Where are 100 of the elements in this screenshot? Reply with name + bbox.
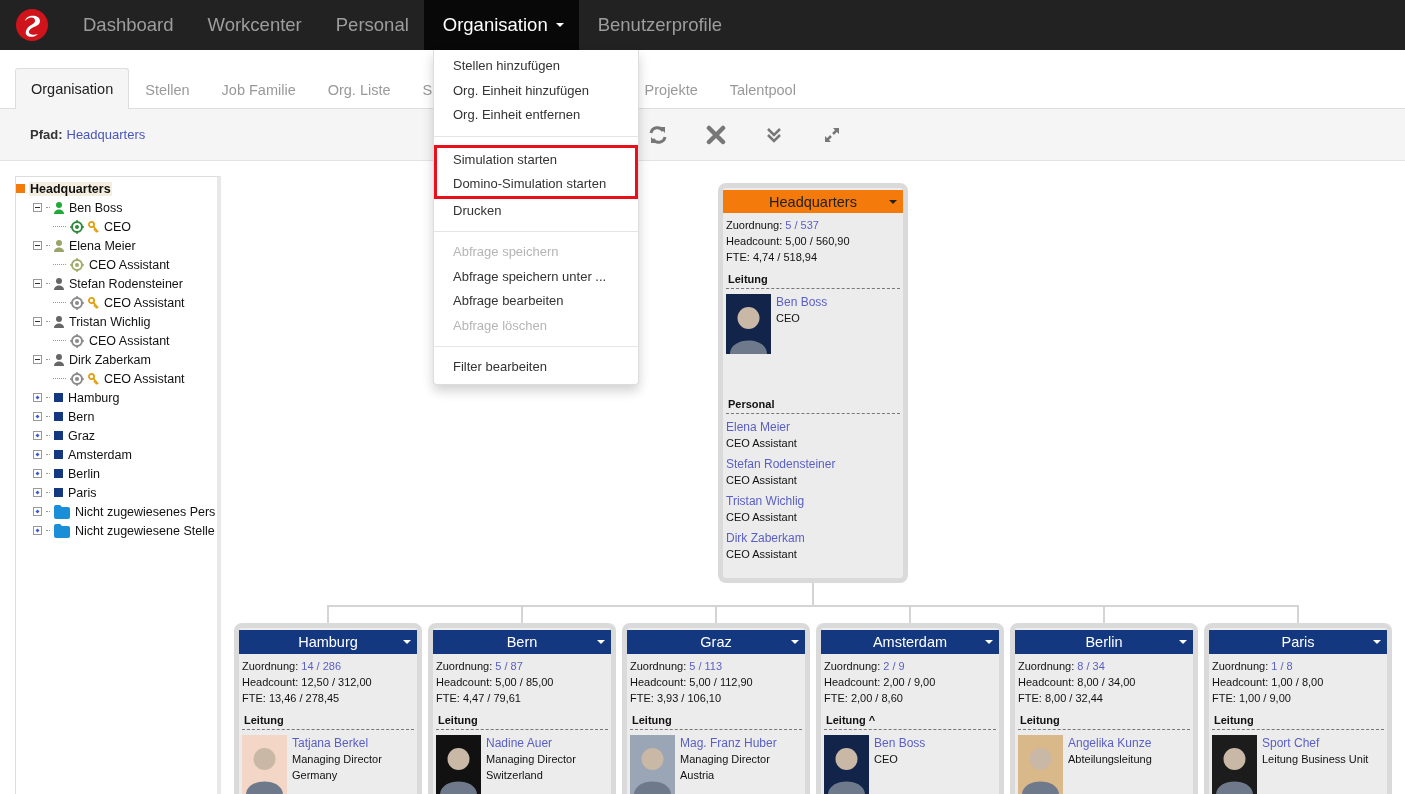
person-link[interactable]: Ben Boss xyxy=(874,735,926,751)
tree-item[interactable]: Graz xyxy=(67,428,97,443)
expand-toggle-icon[interactable] xyxy=(33,469,42,478)
tree-item[interactable]: Nicht zugewiesenes Pers xyxy=(74,504,217,519)
stat-label: Zuordnung: xyxy=(1212,659,1269,674)
person-link[interactable]: Dirk Zaberkam xyxy=(726,530,900,546)
path-link[interactable]: Headquarters xyxy=(66,127,146,142)
tree-item[interactable]: CEO Assistant xyxy=(103,295,186,310)
role-text: Switzerland xyxy=(486,768,544,783)
collapse-toggle-icon[interactable] xyxy=(33,317,42,326)
stat-label: Zuordnung: xyxy=(1018,659,1075,674)
menu-item[interactable]: Drucken xyxy=(434,198,638,223)
menu-item[interactable]: Filter bearbeiten xyxy=(434,355,638,380)
zuordnung-link[interactable]: 1 / 8 xyxy=(1271,658,1293,674)
refresh-button[interactable] xyxy=(648,124,668,145)
tab[interactable]: Organisation xyxy=(15,68,130,109)
menu-item[interactable]: Abfrage bearbeiten xyxy=(434,289,638,314)
zuordnung-link[interactable]: 8 / 34 xyxy=(1077,658,1105,674)
person-link[interactable]: Angelika Kunze xyxy=(1068,735,1152,751)
card-title: Berlin xyxy=(1085,634,1123,650)
card-title: Headquarters xyxy=(769,193,857,210)
collapse-toggle-icon[interactable] xyxy=(33,241,42,250)
tree-item[interactable]: Hamburg xyxy=(67,390,121,405)
nav-link[interactable]: Benutzerprofile xyxy=(578,0,738,50)
expand-toggle-icon[interactable] xyxy=(33,450,42,459)
expand-toggle-icon[interactable] xyxy=(33,412,42,421)
zuordnung-link[interactable]: 5 / 113 xyxy=(689,658,723,674)
caret-icon[interactable] xyxy=(889,200,897,204)
tree-item[interactable]: Berlin xyxy=(67,466,101,481)
card-header[interactable]: Graz xyxy=(627,630,805,654)
menu-item[interactable]: Org. Einheit hinzufügen xyxy=(434,78,638,103)
tree-item[interactable]: Ben Boss xyxy=(68,200,124,215)
tree-item[interactable]: Headquarters xyxy=(29,181,112,196)
collapse-toggle-icon[interactable] xyxy=(33,279,42,288)
menu-item[interactable]: Stellen hinzufügen xyxy=(434,54,638,79)
headcount-text: Headcount: 5,00 / 560,90 xyxy=(726,234,851,249)
zuordnung-link[interactable]: 5 / 537 xyxy=(785,217,819,233)
card-title: Hamburg xyxy=(298,634,358,650)
logo-icon[interactable] xyxy=(16,9,48,41)
folder-icon xyxy=(54,504,70,519)
card-header[interactable]: Paris xyxy=(1209,630,1387,654)
menu-item[interactable]: Simulation starten xyxy=(437,147,635,172)
close-button[interactable] xyxy=(706,124,726,145)
person-link[interactable]: Sport Chef xyxy=(1262,735,1369,751)
section-title: Leitung ^ xyxy=(824,713,996,730)
fte-text: FTE: 13,46 / 278,45 xyxy=(242,691,341,706)
zuordnung-link[interactable]: 14 / 286 xyxy=(301,658,342,674)
tree-item[interactable]: Nicht zugewiesene Stelle xyxy=(74,523,216,538)
person-link[interactable]: Nadine Auer xyxy=(486,735,576,751)
section-title: Personal xyxy=(726,397,900,414)
menu-item[interactable]: Org. Einheit entfernen xyxy=(434,103,638,128)
stat-label: Zuordnung: xyxy=(436,659,493,674)
expand-toggle-icon[interactable] xyxy=(33,526,42,535)
expand-toggle-icon[interactable] xyxy=(33,507,42,516)
tree-item[interactable]: Amsterdam xyxy=(67,447,133,462)
card-header[interactable]: Bern xyxy=(433,630,611,654)
person-link[interactable]: Tatjana Berkel xyxy=(292,735,382,751)
card-title: Paris xyxy=(1281,634,1315,650)
close-icon xyxy=(706,124,726,145)
collapse-toggle-icon[interactable] xyxy=(33,203,42,212)
tree-item[interactable]: CEO Assistant xyxy=(88,333,171,348)
expand-toggle-icon[interactable] xyxy=(33,488,42,497)
person-link[interactable]: Tristan Wichlig xyxy=(726,493,900,509)
menu-item[interactable]: Domino-Simulation starten xyxy=(437,171,635,196)
tree-item[interactable]: Elena Meier xyxy=(68,238,137,253)
tree-item[interactable]: Dirk Zaberkam xyxy=(68,352,152,367)
headcount-text: Headcount: 1,00 / 8,00 xyxy=(1212,675,1325,690)
tree-item[interactable]: CEO xyxy=(103,219,133,234)
tree-item[interactable]: Stefan Rodensteiner xyxy=(68,276,184,291)
card-header[interactable]: Hamburg xyxy=(239,630,417,654)
nav-link[interactable]: Personal xyxy=(316,0,424,50)
role-text: Managing Director xyxy=(486,752,576,767)
expand-toggle-icon[interactable] xyxy=(33,393,42,402)
tree-item[interactable]: CEO Assistant xyxy=(103,371,186,386)
expand-toggle-icon[interactable] xyxy=(33,431,42,440)
zuordnung-link[interactable]: 5 / 87 xyxy=(495,658,523,674)
person-link[interactable]: Ben Boss xyxy=(776,294,828,310)
card-header[interactable]: Berlin xyxy=(1015,630,1193,654)
tree-item[interactable]: CEO Assistant xyxy=(88,257,171,272)
person-link[interactable]: Elena Meier xyxy=(726,419,900,435)
role-text: Managing Director xyxy=(292,752,382,767)
person-link[interactable]: Stefan Rodensteiner xyxy=(726,456,900,472)
tree-item[interactable]: Tristan Wichlig xyxy=(68,314,152,329)
role-text: Leitung Business Unit xyxy=(1262,752,1369,767)
nav-link[interactable]: Organisation xyxy=(423,0,579,50)
fte-text: FTE: 8,00 / 32,44 xyxy=(1018,691,1104,706)
tree-item[interactable]: Paris xyxy=(67,485,98,500)
nav-link[interactable]: Workcenter xyxy=(188,0,317,50)
menu-item[interactable]: Abfrage speichern unter ... xyxy=(434,264,638,289)
collapse-toggle-icon[interactable] xyxy=(33,355,42,364)
person-link[interactable]: Mag. Franz Huber xyxy=(680,735,777,751)
nav-link[interactable]: Dashboard xyxy=(64,0,189,50)
section-title: Leitung xyxy=(630,713,802,730)
zuordnung-link[interactable]: 2 / 9 xyxy=(883,658,905,674)
tree-item[interactable]: Bern xyxy=(67,409,96,424)
section-title: Leitung xyxy=(242,713,414,730)
folder-icon xyxy=(54,523,70,538)
card-header[interactable]: Headquarters xyxy=(723,190,903,213)
section-title: Leitung xyxy=(726,272,900,289)
card-header[interactable]: Amsterdam xyxy=(821,630,999,654)
